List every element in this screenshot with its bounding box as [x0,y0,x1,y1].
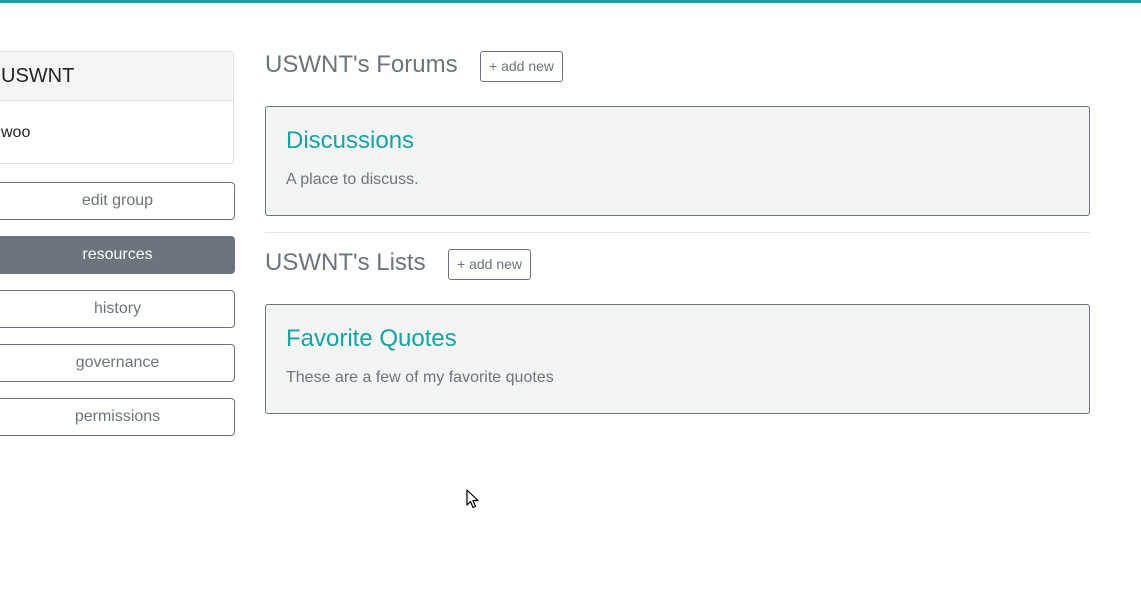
forum-description: A place to discuss. [286,171,419,188]
group-description: woo [1,124,31,141]
list-description: These are a few of my favorite quotes [286,369,554,386]
governance-button[interactable]: governance [0,344,235,382]
top-accent-bar [0,0,1141,3]
forum-title-link[interactable]: Discussions [286,127,414,155]
section-divider [265,232,1090,233]
add-forum-button[interactable]: + add new [480,51,563,82]
forum-card: Discussions A place to discuss. [265,106,1090,216]
list-title-link[interactable]: Favorite Quotes [286,325,457,353]
forums-section-title: USWNT's Forums [265,51,458,78]
lists-section-title: USWNT's Lists [265,249,426,276]
permissions-button[interactable]: permissions [0,398,235,436]
history-button[interactable]: history [0,290,235,328]
list-card: Favorite Quotes These are a few of my fa… [265,304,1090,414]
group-name: USWNT [0,52,233,101]
add-list-button[interactable]: + add new [448,249,531,280]
group-info-card: USWNT woo [0,51,234,164]
resources-button[interactable]: resources [0,236,235,274]
mouse-pointer-icon [466,489,479,509]
edit-group-button[interactable]: edit group [0,182,235,220]
